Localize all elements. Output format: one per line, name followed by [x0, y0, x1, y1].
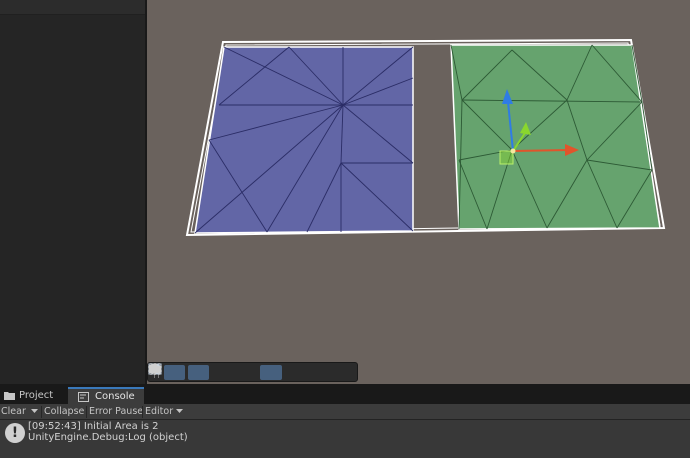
toolbar-divider	[86, 406, 87, 418]
scene-toolbar	[147, 362, 358, 382]
error-pause-toggle-label: Error Pause	[89, 406, 144, 417]
collapse-toggle-label: Collapse	[44, 406, 85, 417]
toolbar-divider	[142, 406, 143, 418]
search-icon[interactable]	[150, 364, 306, 380]
gizmos-icon[interactable]	[149, 364, 282, 380]
move-view-icon[interactable]	[149, 363, 330, 380]
blue-plane-mesh[interactable]	[194, 46, 414, 234]
tab-console-label: Console	[95, 391, 135, 402]
scene-canvas[interactable]	[147, 0, 690, 384]
console-log-list[interactable]: ! [09:52:43] Initial Area is 2 UnityEngi…	[0, 420, 690, 458]
bottom-tab-bar: Project Console	[0, 384, 690, 404]
folder-icon	[4, 391, 15, 400]
console-icon	[78, 391, 89, 402]
scene-view[interactable]	[147, 0, 690, 384]
toolbar-divider	[41, 406, 42, 418]
chevron-down-icon	[31, 409, 38, 413]
clear-options-dropdown[interactable]	[29, 404, 40, 419]
log-message[interactable]: [09:52:43] Initial Area is 2	[28, 421, 158, 432]
clear-button-label: Clear	[1, 406, 26, 417]
log-stacktrace[interactable]: UnityEngine.Debug:Log (object)	[28, 432, 188, 443]
hierarchy-panel-header	[0, 0, 145, 15]
chevron-down-icon	[176, 409, 184, 413]
tab-project-label: Project	[19, 390, 54, 401]
error-pause-toggle[interactable]: Error Pause	[89, 404, 143, 419]
console-toolbar: Clear Collapse Error Pause Editor	[0, 404, 690, 420]
gizmo-plane-handle	[499, 150, 514, 165]
hand-tool-icon[interactable]	[149, 363, 186, 380]
tab-project[interactable]: Project	[0, 387, 66, 404]
rect-tool-icon[interactable]	[148, 363, 210, 380]
clear-button[interactable]: Clear	[1, 404, 26, 419]
grid-icon[interactable]	[148, 363, 233, 380]
hierarchy-panel	[0, 0, 145, 384]
editor-dropdown[interactable]: Editor	[145, 404, 184, 419]
shading-icon[interactable]	[149, 363, 257, 380]
tab-console[interactable]: Console	[68, 387, 144, 404]
editor-dropdown-label: Editor	[145, 406, 174, 417]
green-plane-mesh[interactable]	[450, 44, 661, 230]
collapse-toggle[interactable]: Collapse	[44, 404, 84, 419]
camera-icon[interactable]	[149, 365, 354, 380]
info-icon: !	[5, 423, 25, 443]
